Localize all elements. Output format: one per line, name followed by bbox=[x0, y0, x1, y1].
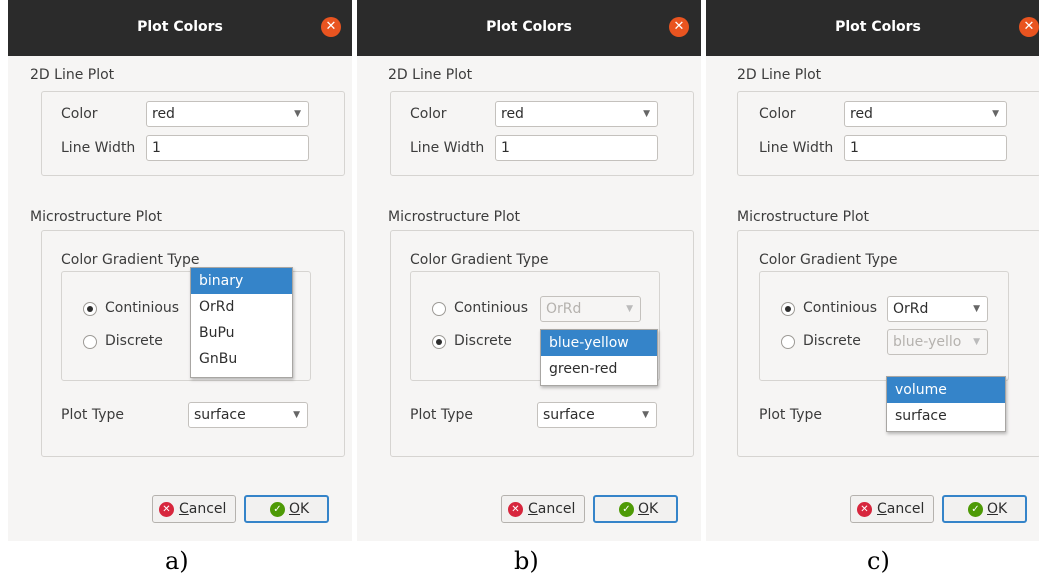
discrete-radio[interactable] bbox=[83, 335, 97, 349]
close-icon[interactable]: ✕ bbox=[321, 17, 341, 37]
discrete-gradient-combo[interactable]: blue-yello ▼ bbox=[887, 329, 988, 355]
line-width-label: Line Width bbox=[759, 140, 834, 156]
plot-type-value: surface bbox=[194, 407, 246, 423]
continuous-label: Continious bbox=[105, 300, 180, 316]
continuous-gradient-combo[interactable]: OrRd ▼ bbox=[540, 296, 641, 322]
dialog-title: Plot Colors bbox=[835, 19, 921, 35]
dropdown-arrow-icon: ▼ bbox=[294, 109, 301, 119]
checkmark-icon: ✓ bbox=[270, 502, 285, 517]
dropdown-option[interactable]: green-red bbox=[541, 356, 657, 382]
dialog-title: Plot Colors bbox=[137, 19, 223, 35]
cancel-button[interactable]: ✕ Cancel bbox=[501, 495, 585, 523]
line-plot-heading: 2D Line Plot bbox=[30, 67, 115, 83]
dropdown-arrow-icon: ▼ bbox=[973, 337, 980, 347]
ok-button[interactable]: ✓ OK bbox=[593, 495, 678, 523]
dropdown-option[interactable]: surface bbox=[887, 403, 1005, 429]
continuous-radio[interactable] bbox=[432, 302, 446, 316]
caption-a: a) bbox=[165, 547, 189, 575]
discrete-gradient-value: blue-yello bbox=[893, 334, 962, 350]
color-combo[interactable]: red ▼ bbox=[844, 101, 1007, 127]
micro-plot-heading: Microstructure Plot bbox=[30, 209, 163, 225]
color-value: red bbox=[501, 106, 524, 122]
close-icon[interactable]: ✕ bbox=[1019, 17, 1039, 37]
line-width-input[interactable]: 1 bbox=[844, 135, 1007, 161]
discrete-label: Discrete bbox=[454, 333, 512, 349]
line-width-label: Line Width bbox=[61, 140, 136, 156]
color-value: red bbox=[850, 106, 873, 122]
dropdown-arrow-icon: ▼ bbox=[992, 109, 999, 119]
dropdown-option[interactable]: binary bbox=[191, 268, 292, 294]
plot-type-label: Plot Type bbox=[759, 407, 822, 423]
color-label: Color bbox=[410, 106, 447, 122]
plot-type-combo[interactable]: surface ▼ bbox=[537, 402, 657, 428]
gradient-type-label: Color Gradient Type bbox=[61, 252, 200, 268]
dialog-b: Plot Colors ✕ 2D Line Plot Color red ▼ L… bbox=[357, 0, 701, 541]
continuous-gradient-combo[interactable]: OrRd ▼ bbox=[887, 296, 988, 322]
discrete-radio[interactable] bbox=[781, 335, 795, 349]
continuous-radio[interactable] bbox=[83, 302, 97, 316]
micro-plot-heading: Microstructure Plot bbox=[737, 209, 870, 225]
dropdown-arrow-icon: ▼ bbox=[642, 410, 649, 420]
checkmark-icon: ✓ bbox=[968, 502, 983, 517]
color-combo[interactable]: red ▼ bbox=[146, 101, 309, 127]
title-bar: Plot Colors ✕ bbox=[706, 0, 1039, 56]
continuous-gradient-value: OrRd bbox=[893, 301, 929, 317]
ok-button[interactable]: ✓ OK bbox=[244, 495, 329, 523]
gradient-dropdown-list: blue-yellow green-red bbox=[540, 329, 658, 386]
dropdown-arrow-icon: ▼ bbox=[643, 109, 650, 119]
gradient-type-label: Color Gradient Type bbox=[759, 252, 898, 268]
continuous-radio[interactable] bbox=[781, 302, 795, 316]
line-width-label: Line Width bbox=[410, 140, 485, 156]
color-combo[interactable]: red ▼ bbox=[495, 101, 658, 127]
plot-type-label: Plot Type bbox=[410, 407, 473, 423]
cancel-button[interactable]: ✕ Cancel bbox=[850, 495, 934, 523]
gradient-type-label: Color Gradient Type bbox=[410, 252, 549, 268]
line-plot-heading: 2D Line Plot bbox=[388, 67, 473, 83]
plot-type-value: surface bbox=[543, 407, 595, 423]
dropdown-arrow-icon: ▼ bbox=[626, 304, 633, 314]
color-label: Color bbox=[61, 106, 98, 122]
dropdown-option[interactable]: volume bbox=[887, 377, 1005, 403]
line-plot-heading: 2D Line Plot bbox=[737, 67, 822, 83]
continuous-label: Continious bbox=[803, 300, 878, 316]
continuous-label: Continious bbox=[454, 300, 529, 316]
close-icon[interactable]: ✕ bbox=[669, 17, 689, 37]
cancel-icon: ✕ bbox=[508, 502, 523, 517]
dialog-c: Plot Colors ✕ 2D Line Plot Color red ▼ L… bbox=[706, 0, 1039, 541]
line-width-input[interactable]: 1 bbox=[146, 135, 309, 161]
gradient-type-group bbox=[759, 271, 1009, 381]
dialog-a: Plot Colors ✕ 2D Line Plot Color red ▼ L… bbox=[8, 0, 352, 541]
caption-c: c) bbox=[867, 547, 890, 575]
discrete-label: Discrete bbox=[803, 333, 861, 349]
discrete-radio[interactable] bbox=[432, 335, 446, 349]
cancel-button[interactable]: ✕ Cancel bbox=[152, 495, 236, 523]
color-value: red bbox=[152, 106, 175, 122]
dialog-title: Plot Colors bbox=[486, 19, 572, 35]
dropdown-arrow-icon: ▼ bbox=[293, 410, 300, 420]
dropdown-option[interactable]: BuPu bbox=[191, 320, 292, 346]
dropdown-arrow-icon: ▼ bbox=[973, 304, 980, 314]
dropdown-option[interactable]: blue-yellow bbox=[541, 330, 657, 356]
line-width-input[interactable]: 1 bbox=[495, 135, 658, 161]
cancel-icon: ✕ bbox=[159, 502, 174, 517]
dropdown-option[interactable]: GnBu bbox=[191, 346, 292, 372]
discrete-label: Discrete bbox=[105, 333, 163, 349]
color-label: Color bbox=[759, 106, 796, 122]
micro-plot-heading: Microstructure Plot bbox=[388, 209, 521, 225]
cancel-icon: ✕ bbox=[857, 502, 872, 517]
title-bar: Plot Colors ✕ bbox=[8, 0, 352, 56]
gradient-dropdown-list: binary OrRd BuPu GnBu bbox=[190, 267, 293, 378]
plot-type-dropdown-list: volume surface bbox=[886, 376, 1006, 432]
plot-type-label: Plot Type bbox=[61, 407, 124, 423]
checkmark-icon: ✓ bbox=[619, 502, 634, 517]
caption-b: b) bbox=[514, 547, 539, 575]
dropdown-option[interactable]: OrRd bbox=[191, 294, 292, 320]
plot-type-combo[interactable]: surface ▼ bbox=[188, 402, 308, 428]
ok-button[interactable]: ✓ OK bbox=[942, 495, 1027, 523]
title-bar: Plot Colors ✕ bbox=[357, 0, 701, 56]
continuous-gradient-value: OrRd bbox=[546, 301, 582, 317]
